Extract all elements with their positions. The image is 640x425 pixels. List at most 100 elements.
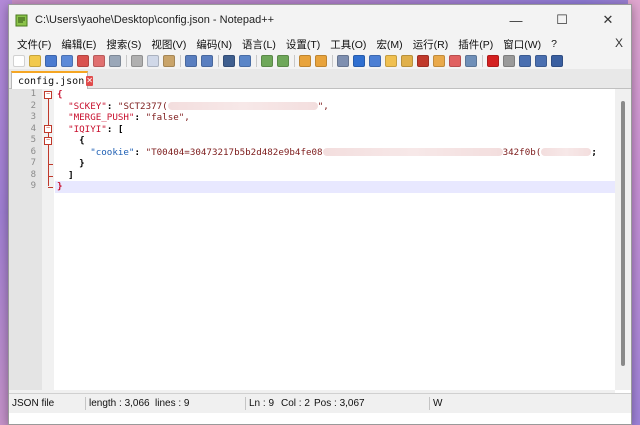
vertical-scrollbar[interactable] [615,89,631,390]
menu-plugins[interactable]: 插件(P) [453,37,498,52]
fold-toggle-icon[interactable]: − [44,136,52,145]
record-macro-icon[interactable] [487,55,499,67]
sync-vertical-icon[interactable] [299,55,311,67]
brace-close: } [57,181,63,192]
play-multiple-icon[interactable] [535,55,547,67]
line-number: 7 [30,158,36,168]
menu-settings[interactable]: 设置(T) [281,37,325,52]
minimize-button[interactable]: — [493,5,539,35]
brace-open: { [79,135,85,146]
close-document-button[interactable]: X [615,36,623,50]
code-line-9: } [57,181,63,193]
word-wrap-icon[interactable] [337,55,349,67]
line-number: 1 [30,89,36,99]
menu-bar: 文件(F) 编辑(E) 搜索(S) 视图(V) 编码(N) 语言(L) 设置(T… [9,35,631,53]
code-line-2: "SCKEY": "SCT2377(", [57,101,329,113]
new-file-icon[interactable] [13,55,25,67]
menu-macro[interactable]: 宏(M) [371,37,407,52]
toolbar-separator [218,55,219,67]
save-icon[interactable] [45,55,57,67]
paste-icon[interactable] [163,55,175,67]
fold-end-marker [48,186,53,188]
window-title: C:\Users\yaohe\Desktop\config.json - Not… [35,14,275,26]
code-text-area[interactable]: { "SCKEY": "SCT2377( ", "MERGE_PUSH": "fa… [55,89,615,390]
menu-tools[interactable]: 工具(O) [325,37,371,52]
user-lang-icon[interactable] [385,55,397,67]
colon: : [134,146,141,158]
fold-toggle-icon[interactable]: − [44,90,52,99]
status-ln: Ln : 9 [249,398,275,409]
sync-horizontal-icon[interactable] [315,55,327,67]
colon: : [106,123,113,135]
menu-view[interactable]: 视图(V) [146,37,191,52]
find-icon[interactable] [223,55,235,67]
menu-run[interactable]: 运行(R) [408,37,454,52]
open-file-icon[interactable] [29,55,41,67]
eye-icon[interactable] [465,55,477,67]
json-key: "SCKEY" [68,100,107,112]
line-number: 9 [30,181,36,191]
colon: : [134,112,141,123]
vertical-scroll-thumb[interactable] [621,101,625,366]
print-icon[interactable] [109,55,121,67]
maximize-button[interactable]: ☐ [539,5,585,35]
json-string: "SCT2377( [117,100,168,112]
fold-toggle-icon[interactable]: − [44,125,52,133]
tab-bar: config.json ✕ [9,69,631,89]
menu-edit[interactable]: 编辑(E) [56,37,101,52]
close-all-icon[interactable] [93,55,105,67]
json-key: "IQIYI" [68,123,107,135]
indent-guide-icon[interactable] [369,55,381,67]
status-col: Col : 2 [281,398,310,409]
code-line-3: "MERGE_PUSH": "false", [57,112,190,124]
menu-help[interactable]: ? [546,38,562,50]
save-all-icon[interactable] [61,55,73,67]
line-number: 8 [30,169,36,180]
menu-encoding[interactable]: 编码(N) [191,37,237,52]
folder-workspace-icon[interactable] [433,55,445,67]
line-number: 2 [30,100,36,111]
zoom-out-icon[interactable] [277,55,289,67]
close-window-button[interactable]: ✕ [585,5,631,35]
editor-pane[interactable]: 1 2 3 4 5 6 7 8 9 − − − { "SCKEY": "SCT2… [9,89,631,390]
redacted-value [541,148,592,156]
json-key: "cookie" [90,146,135,158]
play-macro-icon[interactable] [519,55,531,67]
status-pos: Pos : 3,067 [314,398,365,409]
menu-search[interactable]: 搜索(S) [101,37,146,52]
menu-file[interactable]: 文件(F) [12,37,56,52]
redacted-value [322,148,503,156]
tab-config-json[interactable]: config.json ✕ [11,71,93,89]
toolbar-separator [332,55,333,67]
title-bar[interactable]: C:\Users\yaohe\Desktop\config.json - Not… [9,5,631,35]
stop-record-icon[interactable] [503,55,515,67]
json-string: 342f0b( [502,146,542,158]
doc-map-icon[interactable] [401,55,413,67]
zoom-in-icon[interactable] [261,55,273,67]
code-line-1: { [57,89,63,101]
status-length: length : 3,066 [89,398,150,409]
copy-icon[interactable] [147,55,159,67]
redo-icon[interactable] [201,55,213,67]
replace-icon[interactable] [239,55,251,67]
save-macro-icon[interactable] [551,55,563,67]
json-string: "false", [145,112,190,123]
undo-icon[interactable] [185,55,197,67]
tab-close-icon[interactable]: ✕ [86,76,93,86]
status-separator [429,397,430,410]
menu-window[interactable]: 窗口(W) [498,37,546,52]
json-string-end: ", [317,100,329,112]
status-bar: JSON file length : 3,066 lines : 9 Ln : … [9,393,631,413]
toolbar-separator [294,55,295,67]
menu-language[interactable]: 语言(L) [237,37,281,52]
cut-icon[interactable] [131,55,143,67]
line-number: 3 [30,112,36,122]
json-key: "MERGE_PUSH" [68,112,135,123]
monitoring-icon[interactable] [449,55,461,67]
close-icon[interactable] [77,55,89,67]
show-all-chars-icon[interactable] [353,55,365,67]
function-list-icon[interactable] [417,55,429,67]
toolbar [9,53,631,69]
code-line-8: ] [57,170,74,182]
fold-end-marker [48,175,53,177]
